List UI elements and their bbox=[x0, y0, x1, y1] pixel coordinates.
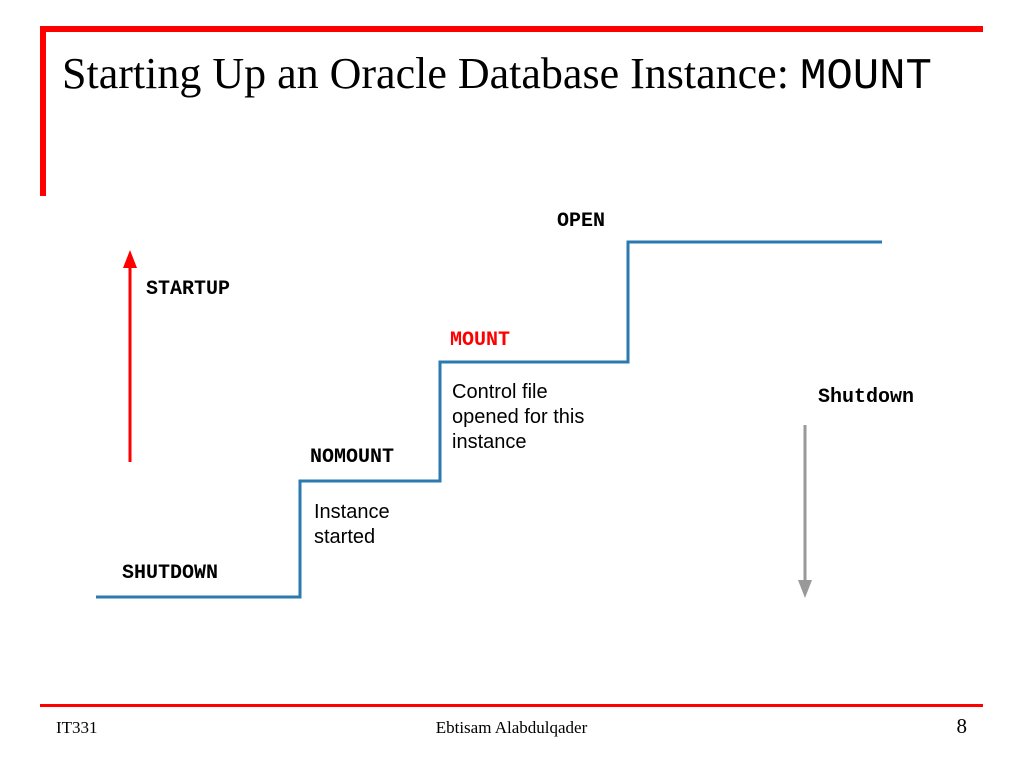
footer-author: Ebtisam Alabdulqader bbox=[0, 718, 1023, 738]
mount-description: Control file opened for this instance bbox=[452, 380, 612, 455]
nomount-description: Instance started bbox=[314, 500, 444, 550]
startup-diagram: SHUTDOWN NOMOUNT MOUNT OPEN Instance sta… bbox=[0, 0, 1023, 767]
stage-shutdown-label: SHUTDOWN bbox=[122, 562, 218, 585]
footer-divider bbox=[40, 704, 983, 707]
stage-open-label: OPEN bbox=[557, 210, 605, 233]
footer-page-number: 8 bbox=[957, 714, 968, 739]
startup-arrow-label: STARTUP bbox=[146, 278, 230, 301]
stage-mount-label: MOUNT bbox=[450, 329, 510, 352]
stage-nomount-label: NOMOUNT bbox=[310, 446, 394, 469]
shutdown-arrow-label: Shutdown bbox=[818, 386, 914, 409]
